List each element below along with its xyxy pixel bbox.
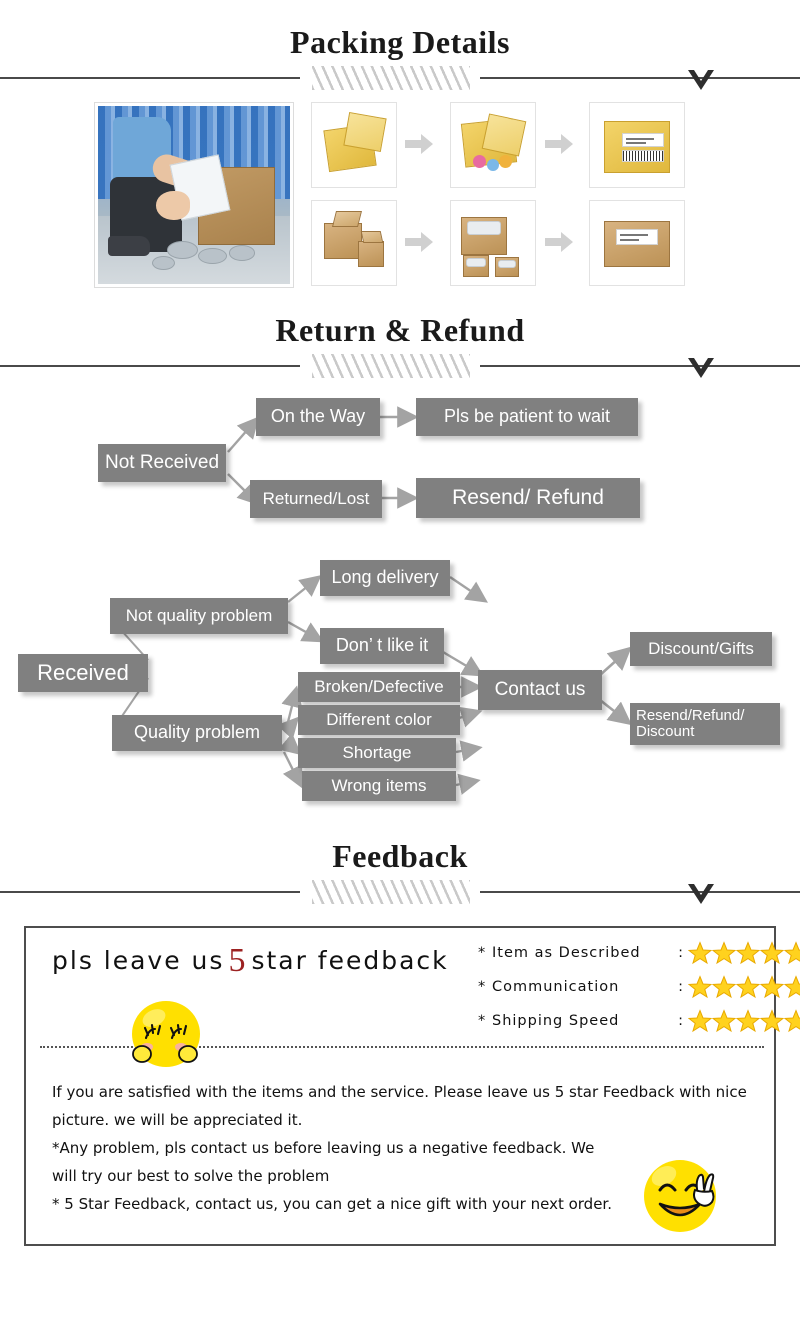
bullet-asterisk: * <box>478 945 487 961</box>
packing-step-mailer-filled <box>450 102 536 188</box>
packing-photo-frame <box>94 102 294 288</box>
open-carton-large <box>324 223 362 259</box>
bullet-asterisk: * <box>478 979 487 995</box>
page-title-feedback: Feedback <box>332 838 468 874</box>
rating-stars <box>688 941 800 965</box>
shipping-label-mailer <box>622 133 664 147</box>
open-carton-small <box>358 241 384 267</box>
rating-label: Communication <box>492 979 620 995</box>
divider-rule-left <box>0 365 300 367</box>
carton-flap-small <box>360 231 384 243</box>
photo-poly-bag-1 <box>167 241 198 260</box>
photo-poly-bag-4 <box>151 255 175 270</box>
packing-arrow-2 <box>545 134 573 154</box>
smiling-peace-sign-smiley-icon <box>634 1150 726 1247</box>
divider-feedback <box>0 878 800 904</box>
flow-box-resend-refund-discount[interactable]: Resend/Refund/ Discount <box>630 703 780 745</box>
packed-item-1 <box>473 155 486 168</box>
packing-step-mailer-sealed <box>589 102 685 188</box>
feedback-line-2: picture. we will be appreciated it. <box>52 1111 303 1129</box>
packing-images <box>0 98 800 294</box>
barcode-label-mailer <box>622 150 664 162</box>
feedback-panel: pls leave us 5 star feedback * Item as Des… <box>24 926 800 1247</box>
packing-details-header: Packing Details <box>0 26 800 90</box>
chevron-down-icon <box>686 354 716 380</box>
rating-label: Item as Described <box>492 945 641 961</box>
flow-box-not-quality-problem[interactable]: Not quality problem <box>110 598 288 634</box>
rating-colon: : <box>678 979 684 995</box>
rating-stars <box>688 975 800 999</box>
flow-box-dont-like-it[interactable]: Don’ t like it <box>320 628 444 664</box>
flow-box-discount-gifts[interactable]: Discount/Gifts <box>630 632 772 666</box>
rating-row-item-as-described: * Item as Described : <box>478 936 800 970</box>
bubble-mailer-back <box>343 111 387 153</box>
packing-arrow-3 <box>405 232 433 252</box>
packing-step-carton-sealed <box>589 200 685 286</box>
rating-label: Shipping Speed <box>492 1013 620 1029</box>
headline-before: pls leave us <box>52 946 225 975</box>
divider-rule-right <box>480 77 800 79</box>
carton-goods-2 <box>466 258 486 267</box>
photo-worker-shoe <box>107 235 150 256</box>
return-refund-header: Return & Refund <box>0 314 800 378</box>
rating-row-communication: * Communication : <box>478 970 800 1004</box>
page-title-packing: Packing Details <box>290 24 510 60</box>
page-title-return: Return & Refund <box>275 312 525 348</box>
flow-box-pls-be-patient[interactable]: Pls be patient to wait <box>416 398 638 436</box>
divider-rule-right <box>480 365 800 367</box>
flow-box-returned-lost[interactable]: Returned/Lost <box>250 480 382 518</box>
flow-box-shortage[interactable]: Shortage <box>298 738 456 768</box>
flow-box-broken-defective[interactable]: Broken/Defective <box>298 672 460 702</box>
flow-box-different-color[interactable]: Different color <box>298 705 460 735</box>
divider-rule-left <box>0 77 300 79</box>
sealed-mailer <box>604 121 670 173</box>
packing-step-carton-filled <box>450 200 536 286</box>
rating-colon: : <box>678 945 684 961</box>
packed-item-2 <box>487 159 499 171</box>
headline-after: star feedback <box>251 946 449 975</box>
rating-colon: : <box>678 1013 684 1029</box>
carton-goods-3 <box>498 260 516 268</box>
rating-stars <box>688 1009 800 1033</box>
flow-box-not-received[interactable]: Not Received <box>98 444 226 482</box>
rating-list: * Item as Described : * Communication : <box>478 936 800 1038</box>
rating-row-shipping-speed: * Shipping Speed : <box>478 1004 800 1038</box>
flow-box-long-delivery[interactable]: Long delivery <box>320 560 450 596</box>
carton-goods-1 <box>467 221 501 235</box>
shipping-label-carton <box>616 229 658 245</box>
divider-hatch <box>312 66 470 90</box>
divider-hatch <box>312 354 470 378</box>
chevron-down-icon <box>686 880 716 906</box>
divider-return <box>0 352 800 378</box>
headline-five: 5 <box>228 942 248 979</box>
feedback-line-1: If you are satisfied with the items and … <box>52 1083 747 1101</box>
photo-poly-bag-3 <box>228 244 256 261</box>
carton-flap-large <box>332 211 362 227</box>
packing-step-mailer-empty <box>311 102 397 188</box>
packed-item-3 <box>499 155 512 168</box>
flow-box-contact-us[interactable]: Contact us <box>478 670 602 710</box>
feedback-headline: pls leave us 5 star feedback <box>52 942 449 980</box>
divider-rule-left <box>0 891 300 893</box>
packing-step-carton-empty <box>311 200 397 286</box>
bubble-mailer-second <box>481 113 527 157</box>
flow-box-quality-problem[interactable]: Quality problem <box>112 715 282 751</box>
feedback-header: Feedback <box>0 840 800 904</box>
flow-box-resend-refund[interactable]: Resend/ Refund <box>416 478 640 518</box>
divider-rule-right <box>480 891 800 893</box>
packing-arrow-1 <box>405 134 433 154</box>
flow-box-wrong-items[interactable]: Wrong items <box>302 771 456 801</box>
bullet-asterisk: * <box>478 1013 487 1029</box>
divider-hatch <box>312 880 470 904</box>
worker-packing-photo <box>98 106 290 284</box>
blushing-closed-eyes-smiley-icon <box>124 994 208 1083</box>
photo-worker-hand <box>155 191 191 220</box>
packing-arrow-4 <box>545 232 573 252</box>
flow-box-received[interactable]: Received <box>18 654 148 692</box>
divider-packing <box>0 64 800 90</box>
chevron-down-icon <box>686 66 716 92</box>
flow-box-on-the-way[interactable]: On the Way <box>256 398 380 436</box>
